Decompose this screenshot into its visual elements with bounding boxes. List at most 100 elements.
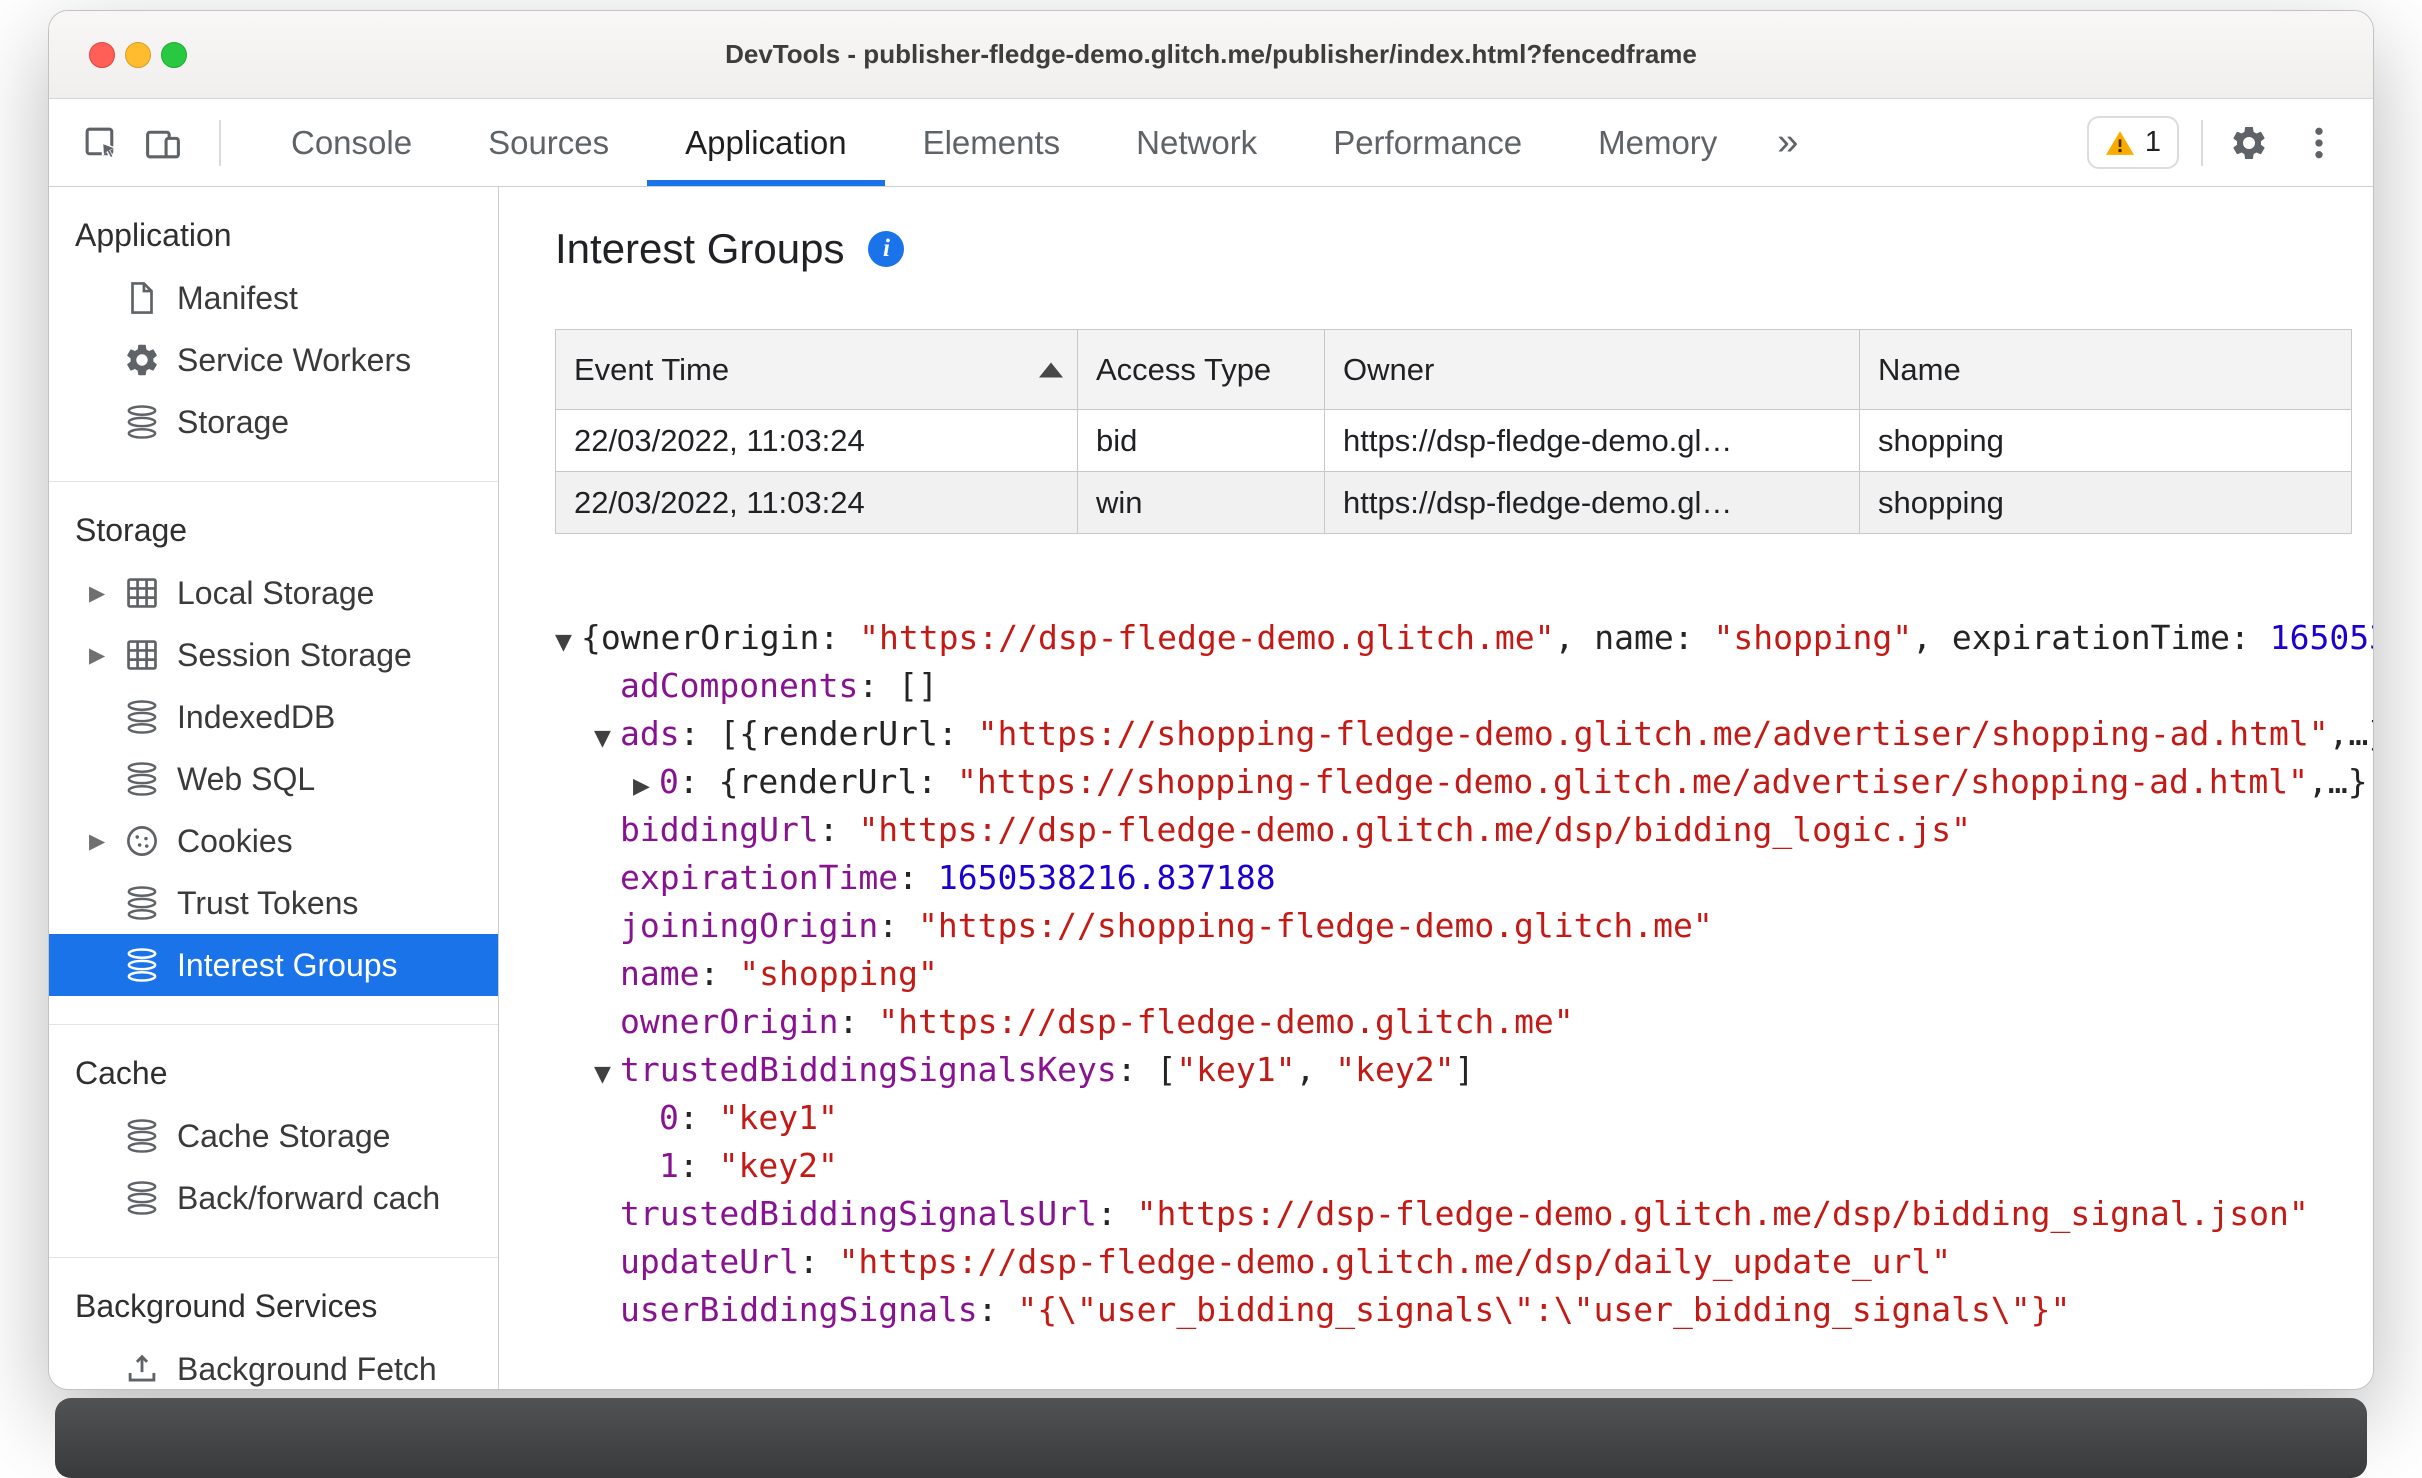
tree-line[interactable]: ▶ 0: {renderUrl: "https://shopping-fledge… [499, 758, 2373, 806]
sidebar-item-label: Web SQL [177, 760, 316, 797]
table-row[interactable]: 22/03/2022, 11:03:24 win https://dsp-fledg… [555, 471, 2352, 534]
settings-gear-icon[interactable] [2225, 115, 2273, 171]
warnings-badge[interactable]: 1 [2086, 116, 2179, 169]
sidebar-item-indexeddb[interactable]: IndexedDB [49, 686, 498, 748]
token-plain: : [699, 954, 740, 993]
table-row[interactable]: 22/03/2022, 11:03:24 bid https://dsp-fledg… [555, 409, 2352, 472]
sidebar-section-background-services: Background Services Background Fetch [49, 1258, 498, 1389]
device-toolbar-icon[interactable] [139, 115, 187, 171]
token-plain: ,…} [2308, 762, 2368, 801]
column-header-label: Event Time [574, 351, 730, 387]
table-cell: shopping [1859, 409, 2352, 472]
token-key: adComponents [620, 666, 859, 705]
database-icon [123, 1117, 161, 1155]
tab-network[interactable]: Network [1098, 99, 1295, 186]
column-header-name[interactable]: Name [1859, 329, 2352, 410]
token-key: trustedBiddingSignalsKeys [620, 1050, 1117, 1089]
zoom-window-button[interactable] [161, 41, 187, 68]
sidebar-item-cache-storage[interactable]: Cache Storage [49, 1105, 498, 1167]
token-plain: : [878, 906, 919, 945]
tree-line: userBiddingSignals: "{\"user_bidding_sig… [499, 1286, 2373, 1334]
manifest-icon [123, 279, 161, 317]
sidebar-item-cookies[interactable]: ▶ Cookies [49, 810, 498, 872]
column-header-event-time[interactable]: Event Time [555, 329, 1078, 410]
column-header-label: Owner [1343, 351, 1435, 387]
token-plain: {ownerOrigin: [581, 618, 860, 657]
tab-performance[interactable]: Performance [1295, 99, 1560, 186]
close-window-button[interactable] [89, 41, 115, 68]
database-icon [123, 760, 161, 798]
tab-elements[interactable]: Elements [885, 99, 1099, 186]
table-icon [123, 636, 161, 674]
window-title: DevTools - publisher-fledge-demo.glitch.… [725, 39, 1697, 69]
token-key: userBiddingSignals [620, 1290, 978, 1329]
more-tabs-chevron[interactable]: » [1755, 99, 1820, 186]
token-key: ownerOrigin [620, 1002, 839, 1041]
expand-arrow-icon[interactable]: ▶ [89, 829, 123, 853]
column-header-access-type[interactable]: Access Type [1077, 329, 1325, 410]
tree-line: expirationTime: 1650538216.837188 [499, 854, 2373, 902]
token-str: "https://dsp-fledge-demo.glitch.me" [859, 618, 1555, 657]
token-plain: ] [1454, 1050, 1475, 1089]
database-icon [123, 698, 161, 736]
sidebar-section-application: Application Manifest Service Workers Storag… [49, 187, 498, 482]
tree-line[interactable]: ▼ {ownerOrigin: "https://dsp-fledge-demo.… [499, 614, 2373, 662]
expand-arrow-icon[interactable]: ▶ [89, 643, 123, 667]
sidebar-item-background-fetch[interactable]: Background Fetch [49, 1338, 498, 1389]
sidebar-item-label: Service Workers [177, 341, 412, 378]
tree-line: 0: "key1" [499, 1094, 2373, 1142]
table-cell: 22/03/2022, 11:03:24 [555, 471, 1078, 534]
token-plain: : [977, 1290, 1018, 1329]
page-title: Interest Groups [555, 225, 845, 272]
tab-sources[interactable]: Sources [450, 99, 647, 186]
tree-line: trustedBiddingSignalsUrl: "https://dsp-f… [499, 1190, 2373, 1238]
token-key: 0 [659, 762, 679, 801]
table-icon [123, 574, 161, 612]
inspect-element-icon[interactable] [77, 115, 125, 171]
tree-line[interactable]: ▼ trustedBiddingSignalsKeys: ["key1", "ke… [499, 1046, 2373, 1094]
column-header-owner[interactable]: Owner [1324, 329, 1860, 410]
tab-console[interactable]: Console [253, 99, 450, 186]
database-icon [123, 1179, 161, 1217]
token-key: name [620, 954, 700, 993]
sidebar-item-trust-tokens[interactable]: Trust Tokens [49, 872, 498, 934]
sidebar-item-interest-groups[interactable]: Interest Groups [49, 934, 498, 996]
sidebar-item-session-storage[interactable]: ▶ Session Storage [49, 624, 498, 686]
sidebar-item-storage[interactable]: Storage [49, 391, 498, 453]
kebab-menu-icon[interactable] [2295, 115, 2343, 171]
token-plain: , [1295, 1050, 1336, 1089]
collapse-toggle-icon[interactable]: ▼ [555, 619, 581, 667]
sidebar-section-title: Application [75, 216, 232, 253]
collapse-toggle-icon[interactable]: ▼ [594, 715, 620, 763]
sidebar-section-storage: Storage ▶ Local Storage ▶ Session Storage Ind… [49, 482, 498, 1025]
token-str: "https://shopping-fledge-demo.glitch.me/… [977, 714, 2329, 753]
token-plain: : [798, 1242, 839, 1281]
token-str: "https://dsp-fledge-demo.glitch.me" [878, 1002, 1574, 1041]
token-num: 1650538216.837188 [2269, 618, 2373, 657]
minimize-window-button[interactable] [125, 41, 151, 68]
application-sidebar: Application Manifest Service Workers Storag… [49, 187, 499, 1389]
table-cell: 22/03/2022, 11:03:24 [555, 409, 1078, 472]
expand-arrow-icon[interactable]: ▶ [89, 581, 123, 605]
tab-application[interactable]: Application [647, 99, 886, 186]
sidebar-item-label: Session Storage [177, 636, 412, 673]
token-str: "key2" [718, 1146, 838, 1185]
token-str: "key1" [718, 1098, 838, 1137]
sidebar-item-local-storage[interactable]: ▶ Local Storage [49, 562, 498, 624]
sidebar-item-manifest[interactable]: Manifest [49, 267, 498, 329]
sidebar-item-back-forward-cach[interactable]: Back/forward cach [49, 1167, 498, 1229]
sidebar-item-web-sql[interactable]: Web SQL [49, 748, 498, 810]
tab-memory[interactable]: Memory [1560, 99, 1755, 186]
background-window-bar [55, 1398, 2367, 1478]
token-str: "https://shopping-fledge-demo.glitch.me/… [957, 762, 2309, 801]
token-key: 0 [659, 1098, 679, 1137]
collapse-toggle-icon[interactable]: ▼ [594, 1051, 620, 1099]
tree-line[interactable]: ▼ ads: [{renderUrl: "https://shopping-fle… [499, 710, 2373, 758]
token-key: ads [620, 714, 680, 753]
info-icon[interactable]: i [868, 231, 905, 267]
sidebar-item-service-workers[interactable]: Service Workers [49, 329, 498, 391]
token-key: trustedBiddingSignalsUrl [620, 1194, 1097, 1233]
column-header-label: Name [1878, 351, 1961, 387]
expand-toggle-icon[interactable]: ▶ [633, 763, 659, 811]
token-str: "shopping" [1713, 618, 1913, 657]
